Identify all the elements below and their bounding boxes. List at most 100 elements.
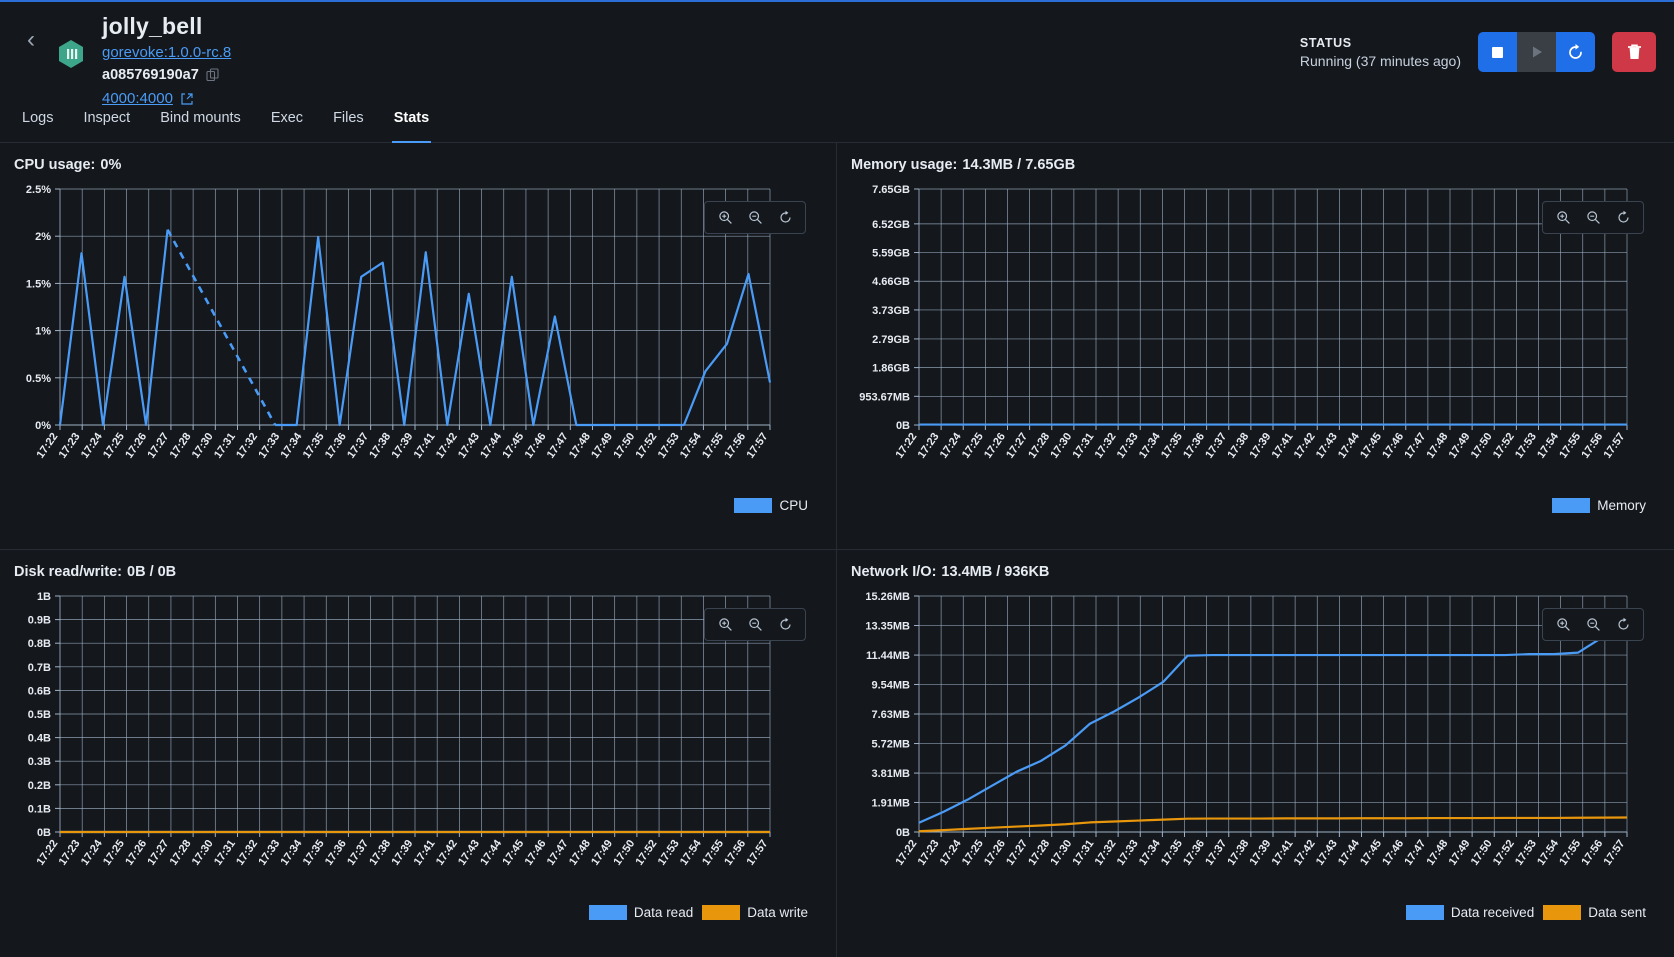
zoom-out-icon[interactable]	[1580, 207, 1606, 228]
svg-text:17:27: 17:27	[1004, 838, 1030, 868]
svg-text:17:48: 17:48	[1424, 431, 1450, 461]
cpu-usage-panel: CPU usage: 0% 2.5% 2% 1.5% 1% 0.5% 0% 17:22 17:2…	[0, 143, 837, 550]
restart-button[interactable]	[1556, 32, 1595, 72]
external-link-icon[interactable]	[180, 92, 194, 106]
svg-text:1B: 1B	[37, 591, 51, 603]
svg-text:13.35MB: 13.35MB	[865, 621, 910, 633]
tab-inspect[interactable]: Inspect	[71, 110, 142, 142]
svg-text:17:56: 17:56	[1579, 838, 1605, 868]
svg-text:17:24: 17:24	[938, 837, 964, 868]
svg-text:17:57: 17:57	[1601, 431, 1627, 461]
start-button[interactable]	[1517, 32, 1556, 72]
play-icon	[1532, 46, 1542, 58]
svg-text:17:22: 17:22	[893, 838, 919, 868]
copy-icon[interactable]	[206, 68, 220, 82]
svg-text:17:55: 17:55	[1557, 431, 1583, 461]
svg-text:17:35: 17:35	[1159, 431, 1185, 461]
legend-swatch-data-received	[1405, 905, 1444, 920]
reset-zoom-icon[interactable]	[772, 207, 798, 228]
svg-text:17:52: 17:52	[634, 838, 660, 868]
svg-text:0B: 0B	[896, 420, 910, 432]
svg-text:17:42: 17:42	[1292, 431, 1318, 461]
status-label: STATUS	[1299, 35, 1352, 50]
svg-text:17:48: 17:48	[1424, 838, 1450, 868]
tab-exec[interactable]: Exec	[259, 110, 315, 142]
legend-swatch-data-read	[588, 905, 627, 920]
tab-stats[interactable]: Stats	[382, 110, 441, 143]
svg-text:17:57: 17:57	[1601, 838, 1627, 868]
svg-text:17:45: 17:45	[1358, 838, 1384, 868]
memory-chart[interactable]: 7.65GB 6.52GB 5.59GB 4.66GB 3.73GB 2.79GB 1.86…	[845, 177, 1645, 517]
svg-text:4.66GB: 4.66GB	[872, 276, 910, 288]
svg-text:17:24: 17:24	[79, 430, 105, 461]
reset-zoom-icon[interactable]	[1610, 614, 1636, 635]
container-action-buttons	[1478, 32, 1595, 72]
svg-text:17:42: 17:42	[1292, 838, 1318, 868]
svg-text:1.5%: 1.5%	[26, 278, 51, 290]
svg-text:0B: 0B	[37, 827, 51, 839]
svg-text:0.1B: 0.1B	[28, 803, 51, 815]
svg-text:17:44: 17:44	[1336, 430, 1362, 461]
zoom-in-icon[interactable]	[712, 207, 738, 228]
zoom-out-icon[interactable]	[742, 614, 768, 635]
legend-item: Data read	[588, 905, 693, 920]
svg-text:17:31: 17:31	[212, 838, 238, 868]
svg-text:17:52: 17:52	[634, 431, 660, 461]
svg-text:1.86GB: 1.86GB	[872, 363, 910, 375]
zoom-in-icon[interactable]	[1550, 614, 1576, 635]
svg-text:17:32: 17:32	[1093, 838, 1119, 868]
zoom-in-icon[interactable]	[1550, 207, 1576, 228]
disk-chart-title: Disk read/write: 0B / 0B	[14, 564, 822, 580]
legend-swatch-data-write	[702, 905, 741, 920]
back-button[interactable]: ‹	[14, 10, 48, 70]
svg-text:17:26: 17:26	[123, 431, 149, 461]
svg-text:17:38: 17:38	[367, 431, 393, 461]
svg-text:17:28: 17:28	[1026, 431, 1052, 461]
svg-text:17:38: 17:38	[1225, 838, 1251, 868]
svg-text:0.2B: 0.2B	[28, 780, 51, 792]
reset-zoom-icon[interactable]	[772, 614, 798, 635]
svg-text:17:41: 17:41	[1270, 838, 1296, 868]
svg-text:17:23: 17:23	[57, 431, 83, 461]
reset-zoom-icon[interactable]	[1610, 207, 1636, 228]
svg-text:17:33: 17:33	[256, 431, 282, 461]
zoom-out-icon[interactable]	[1580, 614, 1606, 635]
svg-text:17:31: 17:31	[212, 431, 238, 461]
status-badge: STATUS Running (37 minutes ago)	[1300, 36, 1461, 69]
svg-text:17:37: 17:37	[345, 838, 371, 868]
svg-text:17:37: 17:37	[1203, 838, 1229, 868]
svg-text:17:49: 17:49	[1447, 838, 1473, 868]
svg-text:17:41: 17:41	[412, 431, 438, 461]
delete-button[interactable]	[1612, 32, 1656, 72]
network-chart[interactable]: 15.26MB 13.35MB 11.44MB 9.54MB 7.63MB 5.72MB 3…	[845, 584, 1645, 924]
svg-text:17:54: 17:54	[678, 837, 704, 868]
stop-button[interactable]	[1478, 32, 1517, 72]
zoom-in-icon[interactable]	[712, 614, 738, 635]
page-title: jolly_bell	[102, 13, 203, 39]
memory-legend: Memory	[1552, 498, 1646, 513]
svg-text:0.5B: 0.5B	[28, 709, 51, 721]
tab-files[interactable]: Files	[321, 110, 376, 142]
svg-text:17:47: 17:47	[1402, 431, 1428, 461]
tab-bind-mounts[interactable]: Bind mounts	[148, 110, 253, 142]
svg-text:17:49: 17:49	[589, 431, 615, 461]
svg-text:17:26: 17:26	[982, 838, 1008, 868]
svg-text:17:23: 17:23	[57, 838, 83, 868]
svg-text:0B: 0B	[896, 827, 910, 839]
port-mapping-link[interactable]: 4000:4000	[102, 90, 173, 107]
cpu-chart[interactable]: 2.5%2%1.5%1%0.5%0%17:2217:2317:2417:2517…	[8, 177, 788, 517]
svg-text:17:57: 17:57	[744, 431, 770, 461]
disk-chart[interactable]: 1B 0.9B 0.8B 0.7B 0.6B 0.5B 0.4B 0.3B 0.2B 0.1B 0B…	[8, 584, 788, 924]
zoom-out-icon[interactable]	[742, 207, 768, 228]
container-image-link[interactable]: gorevoke:1.0.0-rc.8	[102, 44, 231, 61]
tab-logs[interactable]: Logs	[10, 110, 65, 142]
svg-text:17:25: 17:25	[960, 431, 986, 461]
svg-text:17:57: 17:57	[744, 838, 770, 868]
memory-chart-toolbar	[1542, 201, 1644, 234]
svg-text:0%: 0%	[35, 420, 51, 432]
svg-text:17:42: 17:42	[434, 431, 460, 461]
svg-text:17:43: 17:43	[456, 838, 482, 868]
svg-text:17:26: 17:26	[982, 431, 1008, 461]
restart-icon	[1569, 43, 1582, 59]
svg-text:17:30: 17:30	[1048, 838, 1074, 868]
